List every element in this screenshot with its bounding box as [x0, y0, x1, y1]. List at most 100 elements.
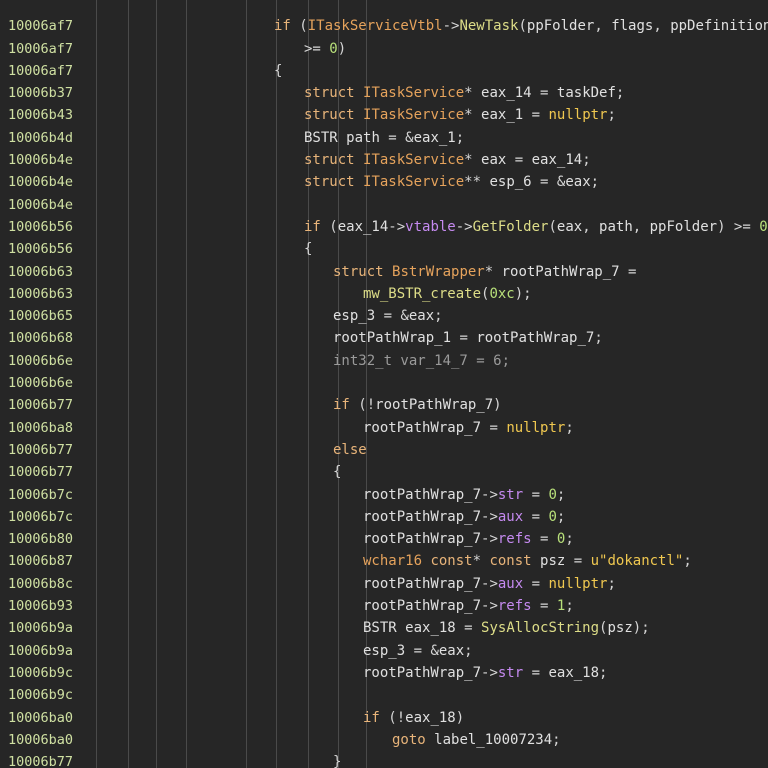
code-token[interactable]: path [346, 130, 380, 146]
code-token[interactable]: psz [540, 553, 565, 569]
code-token[interactable]: eax_14 [481, 85, 532, 101]
code-token[interactable]: eax [409, 308, 434, 324]
code-token[interactable]: * [485, 264, 502, 280]
code-token[interactable]: struct [304, 107, 363, 123]
code-line[interactable]: 10006b4e [0, 194, 768, 216]
code-token[interactable]: ( [291, 18, 307, 34]
line-address[interactable]: 10006b77 [8, 439, 73, 461]
code-token[interactable]: { [304, 241, 312, 257]
code-line[interactable]: 10006b43 struct ITaskService* eax_1 = nul… [0, 104, 768, 126]
code-token[interactable]: eax_14 [338, 219, 389, 235]
code-token[interactable]: 0 [548, 487, 556, 503]
line-address[interactable]: 10006b80 [8, 528, 73, 550]
code-token[interactable]: ; [591, 174, 599, 190]
code-token[interactable]: const [430, 553, 472, 569]
code-token[interactable]: } [333, 754, 341, 768]
code-token[interactable]: rootPathWrap_7 [363, 531, 481, 547]
code-line[interactable]: 10006b4e struct ITaskService* eax = eax_1… [0, 149, 768, 171]
line-address[interactable]: 10006b7c [8, 506, 73, 528]
code-token[interactable]: str [498, 487, 523, 503]
decompiler-code-view[interactable]: 10006af7 if (ITaskServiceVtbl->NewTask(pp… [0, 0, 768, 768]
code-token[interactable]: = [532, 598, 557, 614]
line-address[interactable]: 10006b4d [8, 127, 73, 149]
code-line[interactable]: 10006b68 rootPathWrap_1 = rootPathWrap_7; [0, 327, 768, 349]
code-token[interactable]: aux [498, 576, 523, 592]
code-token[interactable]: ; [557, 487, 565, 503]
line-address[interactable]: 10006ba0 [8, 729, 73, 751]
code-token[interactable]: ); [633, 620, 650, 636]
code-token[interactable]: 0 [759, 219, 767, 235]
code-token[interactable]: esp_3 [333, 308, 375, 324]
code-token[interactable]: (! [380, 710, 405, 726]
code-token[interactable]: eax [565, 174, 590, 190]
code-token[interactable]: , [633, 219, 650, 235]
line-address[interactable]: 10006b9a [8, 640, 73, 662]
line-address[interactable]: 10006ba8 [8, 417, 73, 439]
code-line[interactable]: 10006b63 mw_BSTR_create(0xc); [0, 283, 768, 305]
code-token[interactable]: ); [515, 286, 532, 302]
code-token[interactable]: = & [375, 308, 409, 324]
line-address[interactable]: 10006b9c [8, 662, 73, 684]
code-token[interactable]: 0 [548, 509, 556, 525]
code-token[interactable]: if [304, 219, 321, 235]
code-token[interactable]: path [599, 219, 633, 235]
code-token[interactable]: * [464, 107, 481, 123]
code-token[interactable]: 0 [329, 41, 337, 57]
code-token[interactable]: -> [456, 219, 473, 235]
code-token[interactable]: GetFolder [473, 219, 549, 235]
code-token[interactable]: if [363, 710, 380, 726]
code-token[interactable]: wchar16 [363, 553, 430, 569]
code-token[interactable]: = & [405, 643, 439, 659]
code-token[interactable]: rootPathWrap_7 [476, 330, 594, 346]
code-token[interactable]: eax [557, 219, 582, 235]
code-token[interactable]: ; [607, 576, 615, 592]
code-token[interactable]: SysAllocString [481, 620, 599, 636]
code-token[interactable]: , [653, 18, 670, 34]
code-token[interactable]: eax_1 [414, 130, 456, 146]
line-address[interactable]: 10006b77 [8, 751, 73, 768]
code-token[interactable]: * [464, 152, 481, 168]
code-token[interactable]: = [451, 330, 476, 346]
code-token[interactable]: ITaskService [363, 152, 464, 168]
line-address[interactable]: 10006b8c [8, 573, 73, 595]
code-token[interactable]: rootPathWrap_1 [333, 330, 451, 346]
code-token[interactable]: vtable [405, 219, 456, 235]
code-line[interactable]: 10006b7c rootPathWrap_7->str = 0; [0, 484, 768, 506]
code-token[interactable]: esp_3 [363, 643, 405, 659]
code-token[interactable]: esp_6 [489, 174, 531, 190]
code-line[interactable]: 10006b9c rootPathWrap_7->str = eax_18; [0, 662, 768, 684]
code-line[interactable]: 10006b4d BSTR path = &eax_1; [0, 127, 768, 149]
code-token[interactable]: ; [464, 643, 472, 659]
code-token[interactable]: ppDefinition [670, 18, 768, 34]
code-line[interactable]: 10006b6e int32_t var_14_7 = 6; [0, 350, 768, 372]
code-line[interactable]: 10006ba0 if (!eax_18) [0, 707, 768, 729]
code-token[interactable]: struct [304, 85, 363, 101]
code-token[interactable]: (! [350, 397, 375, 413]
code-line[interactable]: 10006af7 >= 0) [0, 38, 768, 60]
line-address[interactable]: 10006b9a [8, 617, 73, 639]
code-token[interactable]: refs [498, 531, 532, 547]
code-token[interactable]: rootPathWrap_7 [375, 397, 493, 413]
code-token[interactable]: ; [582, 152, 590, 168]
line-address[interactable]: 10006b68 [8, 327, 73, 349]
line-address[interactable]: 10006b93 [8, 595, 73, 617]
line-address[interactable]: 10006b56 [8, 216, 73, 238]
code-token[interactable]: = [523, 509, 548, 525]
code-token[interactable]: label_10007234 [434, 732, 552, 748]
code-token[interactable]: eax_14 [532, 152, 583, 168]
code-token[interactable]: flags [611, 18, 653, 34]
code-token[interactable]: psz [607, 620, 632, 636]
code-line[interactable] [0, 0, 768, 15]
code-token[interactable]: -> [481, 487, 498, 503]
line-address[interactable]: 10006b63 [8, 283, 73, 305]
code-token[interactable]: ; [594, 330, 602, 346]
code-token[interactable]: ; [434, 308, 442, 324]
line-address[interactable]: 10006b7c [8, 484, 73, 506]
code-line[interactable]: 10006b4e struct ITaskService** esp_6 = &e… [0, 171, 768, 193]
code-token[interactable]: = [523, 487, 548, 503]
code-token[interactable]: = [523, 665, 548, 681]
code-line[interactable]: 10006b56 { [0, 238, 768, 260]
code-token[interactable]: ITaskServiceVtbl [308, 18, 443, 34]
code-token[interactable]: taskDef [557, 85, 616, 101]
code-token[interactable]: -> [481, 598, 498, 614]
